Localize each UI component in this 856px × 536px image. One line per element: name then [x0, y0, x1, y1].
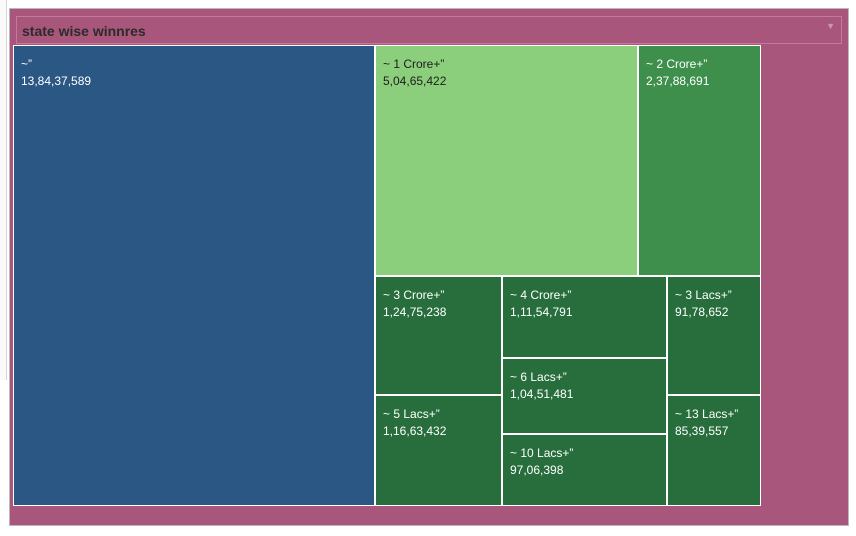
tile-value: 91,78,652: [675, 305, 729, 319]
tile-label: ~ 6 Lacs+”: [510, 370, 567, 384]
treemap-tile[interactable]: ~ 1 Crore+” 5,04,65,422: [375, 45, 638, 276]
tile-label: ~ 3 Lacs+”: [675, 288, 732, 302]
tile-value: 5,04,65,422: [383, 74, 447, 88]
tile-value: 97,06,398: [510, 463, 564, 477]
tile-label: ~ 1 Crore+”: [383, 57, 445, 71]
treemap-tile[interactable]: ~ 3 Crore+” 1,24,75,238: [375, 276, 502, 395]
treemap-chart: ~” 13,84,37,589 ~ 1 Crore+” 5,04,65,422 ~ 2 …: [13, 45, 761, 506]
tile-value: 1,24,75,238: [383, 305, 447, 319]
left-panel-edge: [0, 0, 7, 380]
tile-value: 2,37,88,691: [646, 74, 710, 88]
treemap-tile[interactable]: ~ 2 Crore+” 2,37,88,691: [638, 45, 761, 276]
tile-label: ~”: [21, 57, 33, 71]
treemap-tile[interactable]: ~ 13 Lacs+” 85,39,557: [667, 395, 761, 506]
tile-label: ~ 3 Crore+”: [383, 288, 445, 302]
tile-value: 85,39,557: [675, 424, 729, 438]
treemap-tile[interactable]: ~ 6 Lacs+” 1,04,51,481: [502, 358, 667, 434]
treemap-tile[interactable]: ~” 13,84,37,589: [13, 45, 375, 506]
tile-value: 13,84,37,589: [21, 74, 92, 88]
tile-label: ~ 2 Crore+”: [646, 57, 708, 71]
tile-label: ~ 5 Lacs+”: [383, 407, 440, 421]
treemap-tile[interactable]: ~ 4 Crore+” 1,11,54,791: [502, 276, 667, 358]
treemap-tile[interactable]: ~ 5 Lacs+” 1,16,63,432: [375, 395, 502, 506]
tile-label: ~ 4 Crore+”: [510, 288, 572, 302]
tile-value: 1,11,54,791: [510, 305, 573, 319]
sheet-title-bar[interactable]: state wise winnres ▼: [16, 16, 842, 44]
tile-label: ~ 10 Lacs+”: [510, 446, 574, 460]
sheet-title: state wise winnres: [22, 23, 146, 39]
treemap-tile[interactable]: ~ 3 Lacs+” 91,78,652: [667, 276, 761, 395]
treemap-tile[interactable]: ~ 10 Lacs+” 97,06,398: [502, 434, 667, 506]
chevron-down-icon[interactable]: ▼: [826, 21, 835, 31]
tile-label: ~ 13 Lacs+”: [675, 407, 739, 421]
tile-value: 1,04,51,481: [510, 387, 574, 401]
tile-value: 1,16,63,432: [383, 424, 447, 438]
